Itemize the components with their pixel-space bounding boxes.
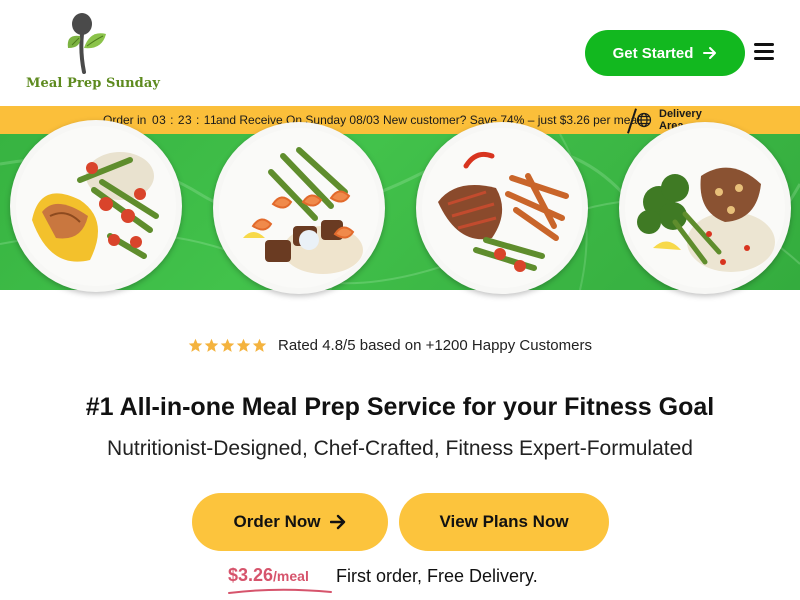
arrow-right-icon (330, 514, 346, 530)
steak-fries-plate (416, 122, 588, 294)
view-plans-label: View Plans Now (439, 512, 569, 531)
shrimp-steak-dish-image (219, 128, 379, 288)
globe-icon (636, 112, 652, 128)
star-icon (220, 338, 235, 352)
shrimp-steak-plate (213, 122, 385, 294)
page-subtitle: Nutritionist-Designed, Chef-Crafted, Fit… (107, 437, 693, 460)
salmon-dish-image (16, 126, 176, 286)
star-icon (188, 338, 203, 352)
page-title: #1 All-in-one Meal Prep Service for your… (85, 393, 715, 421)
star-icon (252, 338, 267, 352)
arrow-right-icon (703, 47, 717, 59)
order-now-button[interactable]: Order Now (192, 493, 388, 551)
price-value: $3.26 (228, 565, 274, 585)
chicken-broccoli-plate (619, 122, 791, 294)
get-started-label: Get Started (612, 44, 694, 62)
price-per-meal: $3.26/meal (228, 565, 309, 586)
price-underline (228, 588, 332, 594)
countdown-timer: 03 : 23 : 11 (152, 113, 218, 127)
star-icon (204, 338, 219, 352)
get-started-button[interactable]: Get Started (585, 30, 745, 76)
spoon-leaf-logo-icon (67, 13, 106, 74)
customer-rating: Rated 4.8/5 based on +1200 Happy Custome… (188, 334, 592, 356)
site-header: Meal Prep Sunday Get Started (0, 0, 800, 106)
rating-text: Rated 4.8/5 based on +1200 Happy Custome… (278, 336, 592, 354)
salmon-plate (10, 120, 182, 292)
star-icon (236, 338, 251, 352)
first-order-note: First order, Free Delivery. (336, 566, 538, 586)
view-plans-button[interactable]: View Plans Now (399, 493, 609, 551)
price-unit: /meal (273, 568, 309, 584)
steak-fries-dish-image (422, 128, 582, 288)
chicken-broccoli-dish-image (625, 128, 785, 288)
order-now-label: Order Now (233, 512, 321, 531)
brand-logo[interactable]: Meal Prep Sunday (22, 12, 160, 98)
delivery-label: Delivery (659, 108, 702, 120)
star-rating (188, 338, 267, 353)
hamburger-menu-icon[interactable] (752, 42, 776, 62)
brand-name: Meal Prep Sunday (26, 76, 161, 91)
